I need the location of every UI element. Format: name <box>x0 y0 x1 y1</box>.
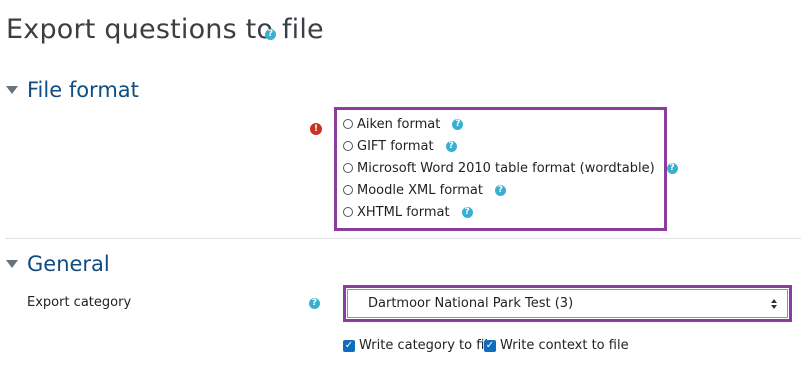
help-icon[interactable]: ? <box>666 162 678 174</box>
export-category-select[interactable]: Dartmoor National Park Test (3) <box>343 285 792 322</box>
radio-button[interactable] <box>343 207 353 217</box>
select-arrows-icon <box>771 298 777 309</box>
radio-button[interactable] <box>343 119 353 129</box>
collapse-toggle-icon[interactable] <box>6 86 18 94</box>
radio-option-xhtml[interactable]: XHTML format ? <box>343 203 473 221</box>
section-title-file-format[interactable]: File format <box>27 78 139 102</box>
help-icon[interactable]: ? <box>309 298 320 309</box>
checkbox-write-category[interactable]: ✓ <box>343 339 355 352</box>
radio-button[interactable] <box>343 163 353 173</box>
radio-option-aiken[interactable]: Aiken format ? <box>343 115 464 133</box>
page-title: Export questions to file <box>6 14 324 45</box>
radio-button[interactable] <box>343 141 353 151</box>
write-category-checkbox-row[interactable]: ✓ Write category to file <box>343 338 496 353</box>
checkbox-write-context[interactable]: ✓ <box>484 339 496 352</box>
section-title-general[interactable]: General <box>27 252 110 276</box>
checkbox-label: Write context to file <box>500 338 629 353</box>
required-error-icon: ! <box>310 123 322 135</box>
select-value: Dartmoor National Park Test (3) <box>368 296 574 311</box>
select-field[interactable]: Dartmoor National Park Test (3) <box>347 289 788 318</box>
radio-button[interactable] <box>343 185 353 195</box>
collapse-toggle-icon[interactable] <box>6 260 18 268</box>
radio-option-wordtable[interactable]: Microsoft Word 2010 table format (wordta… <box>343 159 678 177</box>
radio-label: GIFT format <box>357 138 434 154</box>
checkbox-label: Write category to file <box>359 338 497 353</box>
write-context-checkbox-row[interactable]: ✓ Write context to file <box>484 338 629 353</box>
radio-label: XHTML format <box>357 204 450 220</box>
help-icon[interactable]: ? <box>495 184 506 196</box>
section-divider <box>5 238 801 239</box>
radio-label: Moodle XML format <box>357 182 483 198</box>
radio-label: Microsoft Word 2010 table format (wordta… <box>357 160 655 176</box>
help-icon[interactable]: ? <box>445 140 457 152</box>
radio-option-gift[interactable]: GIFT format ? <box>343 137 457 155</box>
radio-label: Aiken format <box>357 116 441 132</box>
radio-option-moodle-xml[interactable]: Moodle XML format ? <box>343 181 506 199</box>
help-icon[interactable]: ? <box>452 118 464 130</box>
help-icon[interactable]: ? <box>265 29 276 40</box>
export-category-label: Export category <box>27 295 132 310</box>
help-icon[interactable]: ? <box>461 206 473 218</box>
